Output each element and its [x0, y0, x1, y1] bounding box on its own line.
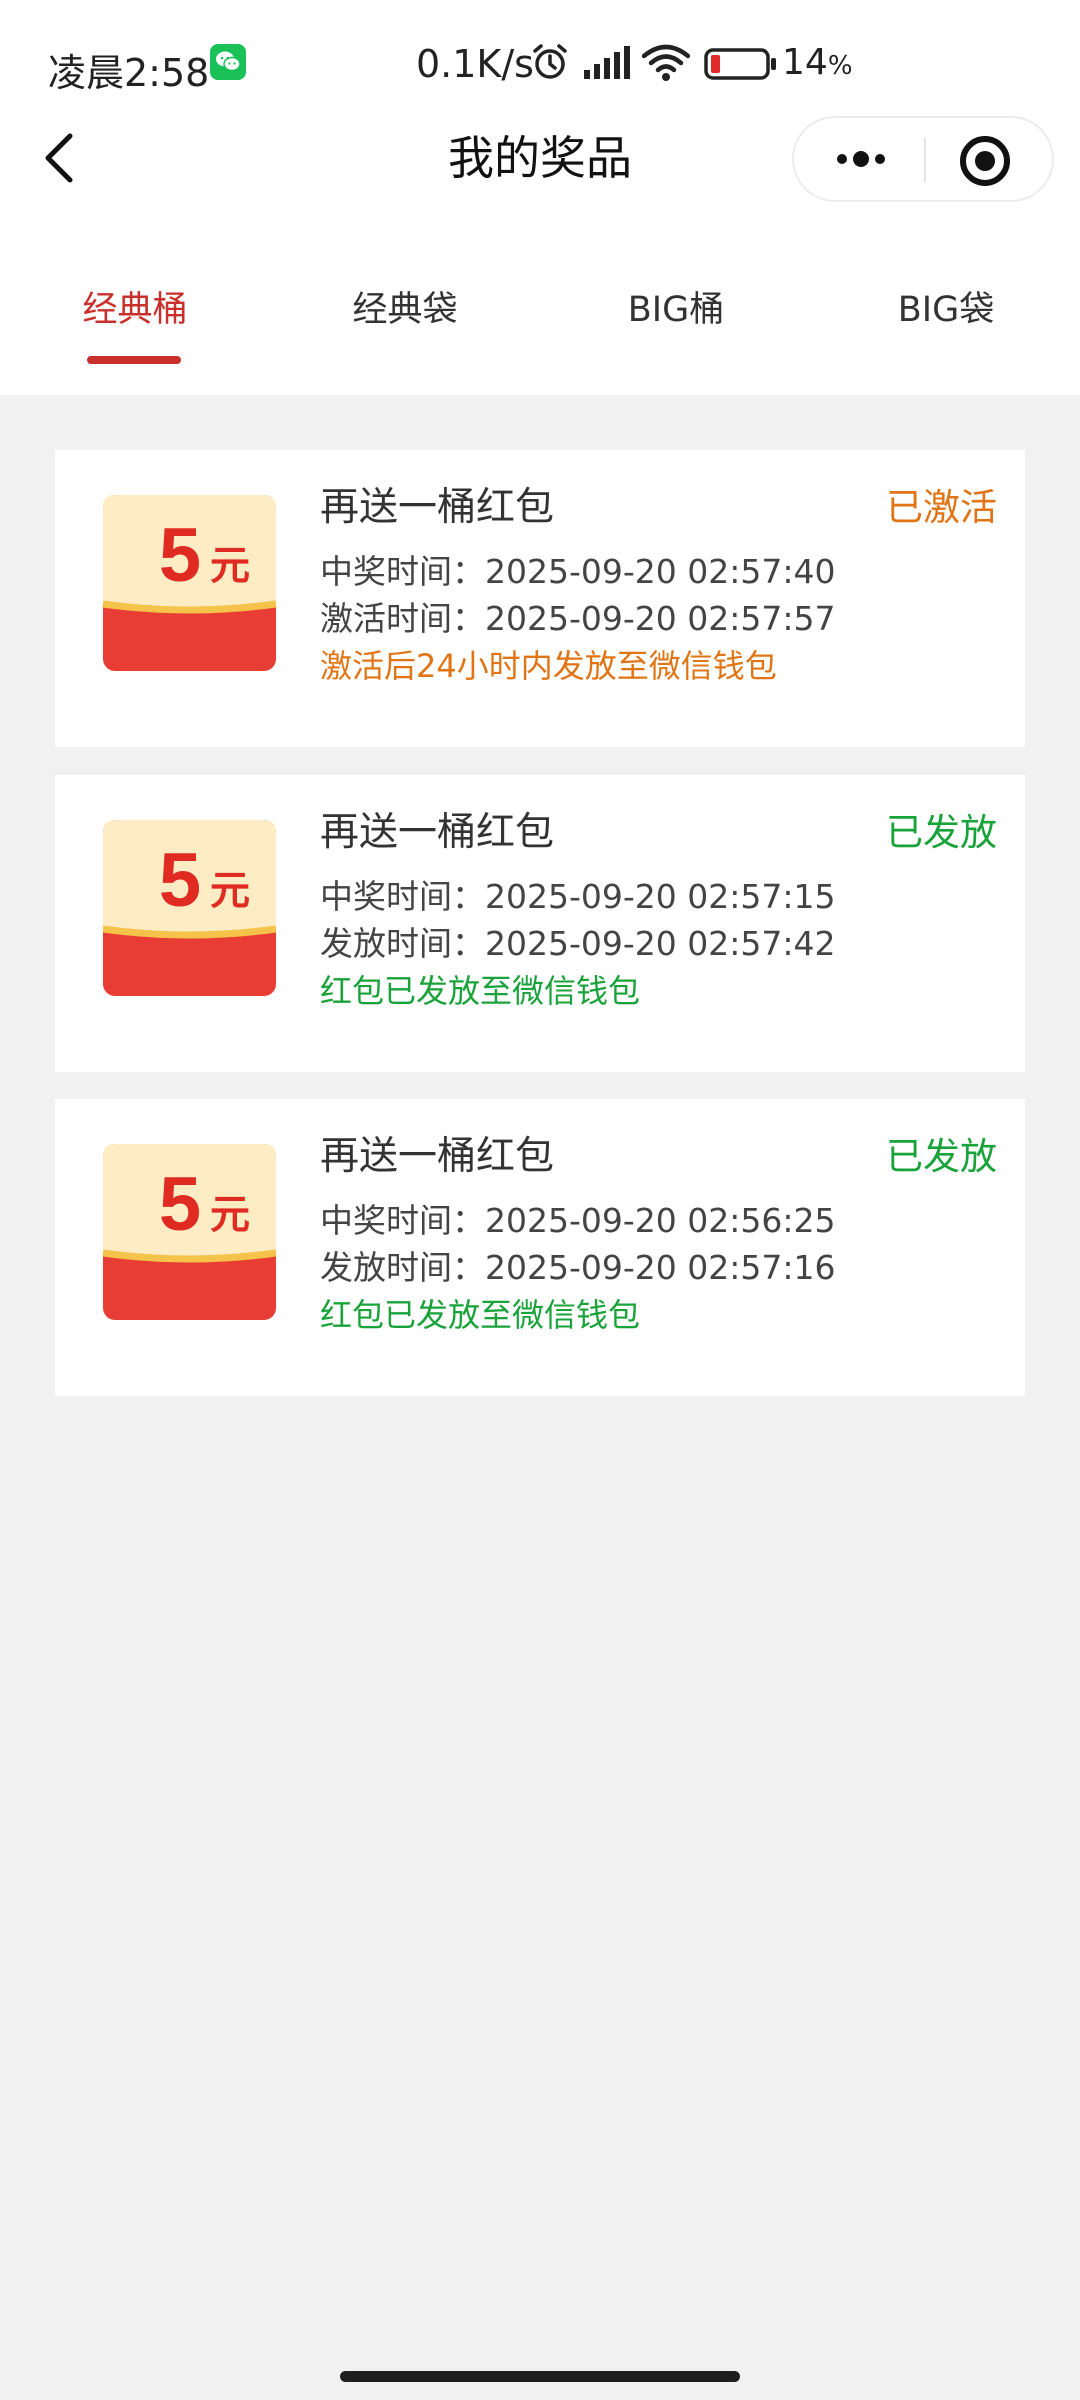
svg-text:5: 5	[159, 1162, 201, 1247]
signal-icon	[582, 46, 632, 84]
close-miniprogram-button[interactable]	[956, 132, 1014, 190]
prize-title: 再送一桶红包	[320, 1134, 555, 1179]
red-envelope-icon: 5 元	[102, 495, 277, 671]
tab-classic-bag[interactable]: 经典袋	[285, 270, 525, 350]
battery-percent: 14%	[782, 42, 853, 83]
wechat-icon	[210, 44, 246, 80]
prize-title: 再送一桶红包	[320, 485, 555, 530]
prize-status: 已激活	[886, 486, 997, 529]
win-time: 中奖时间：2025-09-20 02:57:15	[320, 877, 836, 916]
prize-status: 已发放	[886, 811, 997, 854]
svg-text:元: 元	[210, 543, 250, 589]
svg-text:5: 5	[159, 838, 201, 923]
activate-time: 激活时间：2025-09-20 02:57:57	[320, 599, 836, 638]
prize-note: 红包已发放至微信钱包	[320, 1296, 641, 1334]
target-close-icon	[960, 136, 1010, 186]
home-indicator[interactable]	[340, 2371, 740, 2382]
tab-big-bucket[interactable]: BIG桶	[556, 270, 796, 350]
wifi-icon	[641, 44, 691, 86]
active-tab-indicator	[87, 356, 181, 364]
alarm-icon	[530, 42, 570, 86]
win-time: 中奖时间：2025-09-20 02:57:40	[320, 552, 836, 591]
status-time: 凌晨2:58	[48, 51, 210, 95]
red-envelope-icon: 5 元	[102, 820, 277, 996]
status-bar: 凌晨2:58 0.1K/s 14%	[0, 0, 1080, 120]
prize-status: 已发放	[886, 1135, 997, 1178]
battery-icon	[704, 48, 778, 84]
release-time: 发放时间：2025-09-20 02:57:16	[320, 1248, 836, 1287]
tab-classic-bucket[interactable]: 经典桶	[15, 270, 255, 350]
more-dots-icon	[837, 151, 885, 167]
prize-card[interactable]: 5 元 再送一桶红包 已发放 中奖时间：2025-09-20 02:56:25 …	[55, 1099, 1025, 1396]
miniprogram-capsule	[792, 116, 1054, 202]
network-speed: 0.1K/s	[416, 42, 534, 86]
more-button[interactable]	[818, 132, 904, 186]
svg-text:元: 元	[210, 868, 250, 914]
prize-tabs: 经典桶 经典袋 BIG桶 BIG袋	[0, 270, 1080, 370]
prize-card[interactable]: 5 元 再送一桶红包 已激活 中奖时间：2025-09-20 02:57:40 …	[55, 450, 1025, 747]
svg-text:元: 元	[210, 1192, 250, 1238]
capsule-divider	[924, 138, 926, 182]
win-time: 中奖时间：2025-09-20 02:56:25	[320, 1201, 836, 1240]
prize-title: 再送一桶红包	[320, 810, 555, 855]
release-time: 发放时间：2025-09-20 02:57:42	[320, 924, 836, 963]
red-envelope-icon: 5 元	[102, 1144, 277, 1320]
prize-card[interactable]: 5 元 再送一桶红包 已发放 中奖时间：2025-09-20 02:57:15 …	[55, 775, 1025, 1072]
svg-text:5: 5	[159, 513, 201, 598]
tab-big-bag[interactable]: BIG袋	[826, 270, 1066, 350]
prize-note: 激活后24小时内发放至微信钱包	[320, 647, 777, 685]
prize-note: 红包已发放至微信钱包	[320, 972, 641, 1010]
